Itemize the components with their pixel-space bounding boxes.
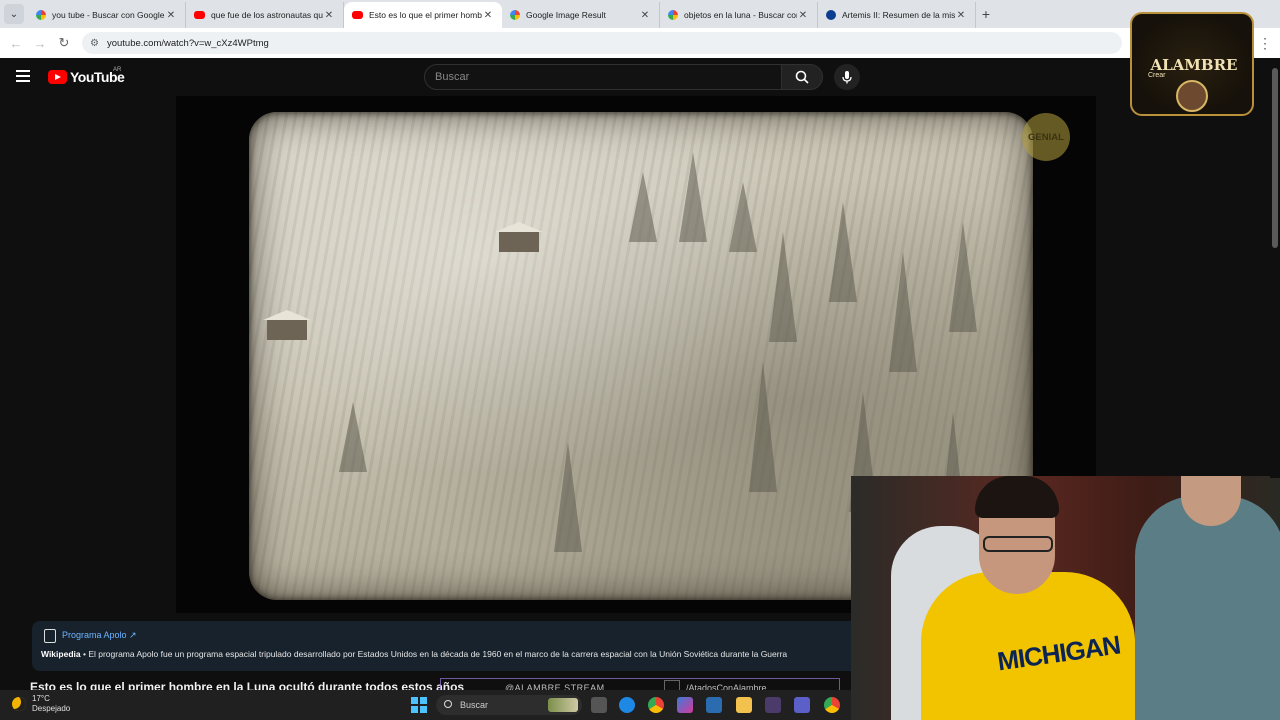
- info-panel: Programa Apolo ↗ Wikipedia • El programa…: [32, 621, 862, 671]
- file-explorer-icon[interactable]: [736, 697, 752, 713]
- google-icon: [36, 10, 46, 20]
- forward-icon[interactable]: →: [28, 31, 52, 55]
- tab-title: Artemis II: Resumen de la misió: [842, 10, 955, 20]
- weather-condition: Despejado: [32, 704, 71, 713]
- tree-shape: [889, 252, 917, 372]
- tree-shape: [829, 202, 857, 302]
- tree-shape: [679, 152, 707, 242]
- browser-menu-icon[interactable]: ⋮: [1258, 35, 1272, 52]
- youtube-play-icon: [48, 70, 67, 84]
- new-tab-icon[interactable]: +: [976, 6, 996, 22]
- close-tab-icon[interactable]: ✕: [797, 10, 809, 21]
- country-code: AR: [113, 67, 122, 73]
- search-button[interactable]: [781, 64, 823, 90]
- browser-tab[interactable]: Artemis II: Resumen de la misió ✕: [818, 2, 976, 28]
- back-icon[interactable]: ←: [4, 31, 28, 55]
- close-tab-icon[interactable]: ✕: [482, 10, 494, 21]
- weather-temperature: 17°C: [32, 694, 50, 703]
- taskbar-search-placeholder: Buscar: [460, 700, 489, 710]
- menu-icon[interactable]: [16, 70, 30, 82]
- tab-search-button[interactable]: ⌄: [4, 4, 24, 24]
- google-icon: [510, 10, 520, 20]
- search-input[interactable]: Buscar: [424, 64, 782, 90]
- cabin-shape: [263, 310, 311, 340]
- search-placeholder: Buscar: [435, 71, 470, 83]
- portrait-icon: [1176, 80, 1208, 112]
- tab-title: que fue de los astronautas que: [211, 10, 323, 20]
- address-bar: ← → ↻ ⚙ youtube.com/watch?v=w_cXz4WPtmg …: [0, 28, 1280, 58]
- document-icon: [44, 629, 56, 643]
- tree-shape: [629, 172, 657, 242]
- chrome-icon[interactable]: [824, 697, 840, 713]
- tab-title: you tube - Buscar con Google: [52, 10, 165, 20]
- browser-tab-strip: ⌄ you tube - Buscar con Google ✕ que fue…: [0, 0, 1280, 28]
- reload-icon[interactable]: ↻: [52, 31, 76, 55]
- channel-logo-badge: ALAMBRE Crear: [1130, 12, 1254, 116]
- info-description: El programa Apolo fue un programa espaci…: [88, 649, 788, 659]
- tree-shape: [554, 442, 582, 552]
- tab-title: Esto es lo que el primer hombre: [369, 10, 482, 20]
- taskbar-search-input[interactable]: Buscar: [436, 695, 582, 715]
- page-scrollbar[interactable]: [1270, 58, 1280, 478]
- tree-shape: [949, 222, 977, 332]
- person-right: [1135, 496, 1280, 720]
- browser-tab[interactable]: you tube - Buscar con Google ✕: [28, 2, 186, 28]
- channel-sub: Crear: [1148, 72, 1166, 79]
- close-tab-icon[interactable]: ✕: [165, 10, 177, 21]
- close-tab-icon[interactable]: ✕: [639, 10, 651, 21]
- info-panel-text: Wikipedia • El programa Apolo fue un pro…: [41, 649, 788, 659]
- close-tab-icon[interactable]: ✕: [955, 10, 967, 21]
- search-icon: [444, 700, 452, 708]
- site-info-icon[interactable]: ⚙: [90, 38, 99, 49]
- info-panel-title: Programa Apolo: [62, 630, 127, 640]
- info-panel-link[interactable]: Programa Apolo ↗: [62, 630, 137, 641]
- webcam-overlay: MICHIGAN: [851, 476, 1280, 720]
- windows-taskbar: 17°C Despejado Buscar: [0, 690, 851, 720]
- copilot-icon[interactable]: [677, 697, 693, 713]
- moon-icon: [12, 697, 26, 711]
- app-icon[interactable]: [765, 697, 781, 713]
- teams-icon[interactable]: [794, 697, 810, 713]
- tree-shape: [769, 232, 797, 342]
- youtube-icon: [352, 11, 363, 19]
- info-source: Wikipedia: [41, 649, 81, 659]
- url-text: youtube.com/watch?v=w_cXz4WPtmg: [106, 37, 269, 49]
- edge-icon[interactable]: [619, 697, 635, 713]
- chrome-icon[interactable]: [648, 697, 664, 713]
- glasses-shape: [983, 536, 1053, 552]
- tree-shape: [729, 182, 757, 252]
- person-center-hair: [975, 476, 1059, 518]
- browser-tab-active[interactable]: Esto es lo que el primer hombre ✕: [344, 2, 502, 28]
- windows-start-icon[interactable]: [411, 697, 427, 713]
- scrollbar-thumb[interactable]: [1272, 68, 1278, 248]
- close-tab-icon[interactable]: ✕: [323, 10, 335, 21]
- browser-tab[interactable]: objetos en la luna - Buscar con ✕: [660, 2, 818, 28]
- tree-shape: [339, 402, 367, 472]
- microphone-icon: [842, 71, 852, 84]
- tree-shape: [749, 362, 777, 492]
- url-field[interactable]: ⚙ youtube.com/watch?v=w_cXz4WPtmg: [82, 32, 1122, 54]
- channel-watermark-badge: GENIAL: [1022, 113, 1070, 161]
- browser-tab[interactable]: Google Image Result ✕: [502, 2, 660, 28]
- mail-icon[interactable]: [706, 697, 722, 713]
- google-icon: [668, 10, 678, 20]
- nasa-icon: [826, 10, 836, 20]
- search-icon: [795, 70, 809, 84]
- youtube-header: YouTube AR Buscar: [0, 58, 1280, 96]
- tab-title: objetos en la luna - Buscar con: [684, 10, 797, 20]
- voice-search-button[interactable]: [834, 64, 860, 90]
- search-highlight-image: [548, 698, 578, 712]
- tab-title: Google Image Result: [526, 10, 606, 20]
- task-view-icon[interactable]: [591, 697, 607, 713]
- cabin-shape: [495, 222, 543, 252]
- youtube-icon: [194, 11, 205, 19]
- browser-tab[interactable]: que fue de los astronautas que ✕: [186, 2, 344, 28]
- weather-widget[interactable]: 17°C Despejado: [12, 694, 70, 714]
